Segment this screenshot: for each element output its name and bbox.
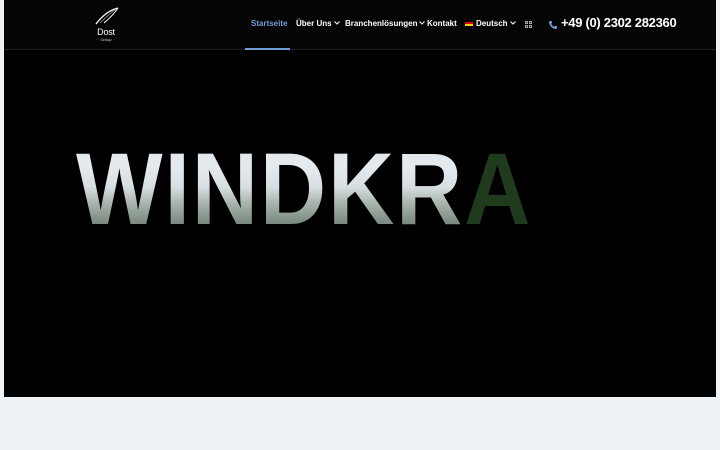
chevron-down-icon [333, 21, 340, 25]
swoosh-icon [95, 7, 119, 25]
nav-item-label: Über Uns [296, 19, 332, 28]
brand-logo[interactable]: Dost Group [88, 6, 124, 42]
top-navbar: Dost Group Startseite Über Uns Branchenl… [4, 0, 716, 50]
hero-title: WINDKRA [76, 134, 532, 244]
chevron-down-icon [419, 21, 426, 25]
brand-name: Dost [97, 27, 115, 37]
language-label: Deutsch [476, 19, 508, 28]
nav-item-kontakt[interactable]: Kontakt [427, 19, 457, 33]
hero-title-main: WINDKR [76, 132, 465, 246]
nav-item-ueber-uns[interactable]: Über Uns [296, 19, 340, 33]
nav-item-label: Branchenlösungen [345, 19, 418, 28]
hero-title-accent: A [464, 132, 533, 246]
page-frame: Dost Group Startseite Über Uns Branchenl… [4, 0, 716, 397]
phone-icon [549, 21, 557, 29]
nav-item-startseite[interactable]: Startseite [251, 19, 287, 33]
nav-item-label: Kontakt [427, 19, 457, 28]
chevron-down-icon [509, 21, 516, 25]
nav-item-branchenloesungen[interactable]: Branchenlösungen [345, 19, 426, 33]
page-bottom-strip [0, 397, 720, 450]
language-selector[interactable]: Deutsch [465, 19, 516, 33]
nav-item-label: Startseite [251, 19, 288, 28]
brand-subtitle: Group [100, 37, 112, 42]
phone-number[interactable]: +49 (0) 2302 282360 [561, 15, 677, 30]
grid-icon[interactable] [525, 21, 533, 29]
german-flag-icon [465, 20, 473, 26]
hero-section: WINDKRA [4, 50, 716, 397]
